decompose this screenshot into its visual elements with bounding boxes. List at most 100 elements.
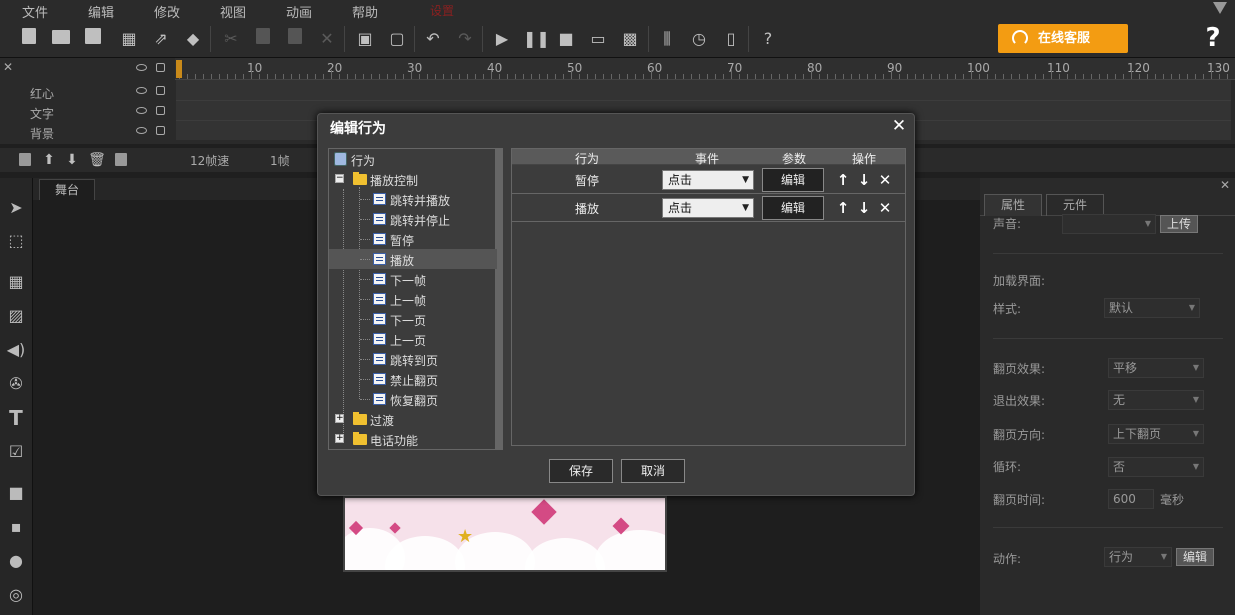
loop-select[interactable]: 否 (1108, 457, 1204, 477)
flip-direction-select[interactable]: 上下翻页 (1108, 424, 1204, 444)
stage-canvas[interactable]: ★ (343, 496, 667, 572)
unlock-icon[interactable]: ▢ (386, 28, 408, 50)
tree-item[interactable]: 下一页 (329, 309, 497, 329)
sound-select[interactable] (1062, 214, 1156, 234)
table-row[interactable]: 播放 点击 编辑 ↑ ↓ ✕ (512, 194, 905, 222)
menu-settings[interactable]: 设置 (430, 2, 454, 19)
paste-icon[interactable] (284, 28, 306, 50)
menu-animation[interactable]: 动画 (286, 2, 312, 21)
eye-icon[interactable] (136, 87, 147, 94)
menu-help[interactable]: 帮助 (352, 2, 378, 21)
play-icon[interactable]: ▶ (491, 28, 513, 50)
eye-icon[interactable] (136, 127, 147, 134)
cut-icon[interactable]: ✂ (220, 28, 242, 50)
event-select[interactable]: 点击 (662, 170, 754, 190)
menu-file[interactable]: 文件 (22, 2, 48, 21)
copy-icon[interactable] (252, 28, 274, 50)
select-arrow-icon[interactable]: ➤ (6, 198, 26, 218)
undo-icon[interactable]: ↶ (422, 28, 444, 50)
param-edit-button[interactable]: 编辑 (762, 196, 824, 220)
tree-item[interactable]: 跳转并播放 (329, 189, 497, 209)
tree-group-transition[interactable]: + 过渡 (329, 409, 497, 429)
help-icon[interactable]: ? (1200, 23, 1226, 55)
film-reel-icon[interactable]: ✇ (6, 374, 26, 394)
close-icon[interactable]: ✕ (890, 116, 908, 136)
stop-icon[interactable]: ■ (555, 28, 577, 50)
flip-effect-select[interactable]: 平移 (1108, 358, 1204, 378)
tree-item[interactable]: 恢复翻页 (329, 389, 497, 409)
qrcode-icon[interactable]: ▩ (619, 28, 641, 50)
rounded-rect-tool-icon[interactable]: ▪ (6, 517, 26, 537)
expand-icon[interactable]: + (335, 434, 344, 443)
trash-icon[interactable]: 🗑 (86, 149, 108, 171)
arrow-down-icon[interactable]: ↓ (856, 171, 872, 189)
new-layer-icon[interactable] (19, 153, 31, 166)
folder-layer-icon[interactable] (115, 153, 127, 166)
grid-icon[interactable]: ▦ (118, 28, 140, 50)
lock-icon[interactable] (156, 126, 165, 135)
delete-icon[interactable]: ✕ (877, 199, 893, 217)
panel-close-icon[interactable]: ✕ (1220, 178, 1230, 192)
rectangle-tool-icon[interactable]: ■ (6, 483, 26, 503)
table-row[interactable]: 暂停 点击 编辑 ↑ ↓ ✕ (512, 166, 905, 194)
collapse-arrow-icon[interactable] (1213, 2, 1227, 14)
collapse-icon[interactable]: − (335, 174, 344, 183)
sound-icon[interactable]: ◀) (6, 340, 26, 360)
move-down-icon[interactable]: ⬇ (61, 149, 83, 171)
new-file-icon[interactable] (18, 28, 40, 50)
image-icon[interactable]: ▨ (6, 306, 26, 326)
cancel-button[interactable]: 取消 (621, 459, 685, 483)
open-folder-icon[interactable] (50, 28, 72, 50)
menu-modify[interactable]: 修改 (154, 2, 180, 21)
lock-icon[interactable] (156, 106, 165, 115)
preview-monitor-icon[interactable]: ▭ (587, 28, 609, 50)
action-select[interactable]: 行为 (1104, 547, 1172, 567)
lock-icon[interactable]: ▣ (354, 28, 376, 50)
timeline-close-icon[interactable]: ✕ (3, 60, 13, 74)
redo-icon[interactable]: ↷ (454, 28, 476, 50)
pause-icon[interactable]: ❚❚ (523, 28, 550, 50)
tree-item[interactable]: 暂停 (329, 229, 497, 249)
tree-group-playback[interactable]: − 播放控制 (329, 169, 497, 189)
playhead[interactable] (176, 60, 182, 78)
save-icon[interactable] (82, 28, 104, 50)
tab-properties[interactable]: 属性 (984, 194, 1042, 216)
exit-effect-select[interactable]: 无 (1108, 390, 1204, 410)
save-button[interactable]: 保存 (549, 459, 613, 483)
tab-stage[interactable]: 舞台 (39, 179, 95, 200)
tree-item[interactable]: 跳转并停止 (329, 209, 497, 229)
move-up-icon[interactable]: ⬆ (38, 149, 60, 171)
lock-icon[interactable] (156, 86, 165, 95)
flip-time-input[interactable]: 600 (1108, 489, 1154, 509)
clock-icon[interactable]: ◷ (688, 28, 710, 50)
expand-icon[interactable]: + (335, 414, 344, 423)
layer-row[interactable]: 红心 (14, 82, 176, 102)
share-icon[interactable]: ⇗ (150, 28, 172, 50)
upload-button[interactable]: 上传 (1160, 215, 1198, 233)
tree-item[interactable]: 上一页 (329, 329, 497, 349)
eye-icon[interactable] (136, 107, 147, 114)
text-tool-icon[interactable]: T (6, 408, 26, 428)
checkbox-tool-icon[interactable]: ☑ (6, 442, 26, 462)
event-select[interactable]: 点击 (662, 198, 754, 218)
arrow-up-icon[interactable]: ↑ (835, 199, 851, 217)
columns-icon[interactable]: ⫼ (656, 28, 678, 50)
online-service-button[interactable]: 在线客服 (998, 24, 1128, 53)
layer-row[interactable]: 背景 (14, 122, 176, 142)
action-edit-button[interactable]: 编辑 (1176, 548, 1214, 566)
tree-item-selected[interactable]: 播放 (329, 249, 497, 269)
help-circle-icon[interactable]: ? (757, 28, 779, 50)
arrow-up-icon[interactable]: ↑ (835, 171, 851, 189)
grid-tool-icon[interactable]: ▦ (6, 272, 26, 292)
battery-icon[interactable]: ▯ (720, 28, 742, 50)
transform-icon[interactable]: ⬚ (6, 231, 26, 251)
tree-item[interactable]: 下一帧 (329, 269, 497, 289)
frame-ruler[interactable]: 10 20 30 40 50 60 70 80 90 100 110 120 130 (175, 58, 1235, 80)
target-tool-icon[interactable]: ◎ (6, 585, 26, 605)
delete-icon[interactable]: ✕ (316, 28, 338, 50)
eye-header-icon[interactable] (136, 64, 147, 71)
tree-group-phone[interactable]: + 电话功能 (329, 429, 497, 449)
tab-components[interactable]: 元件 (1046, 194, 1104, 216)
menu-edit[interactable]: 编辑 (88, 2, 114, 21)
tree-root[interactable]: 行为 (329, 149, 497, 169)
